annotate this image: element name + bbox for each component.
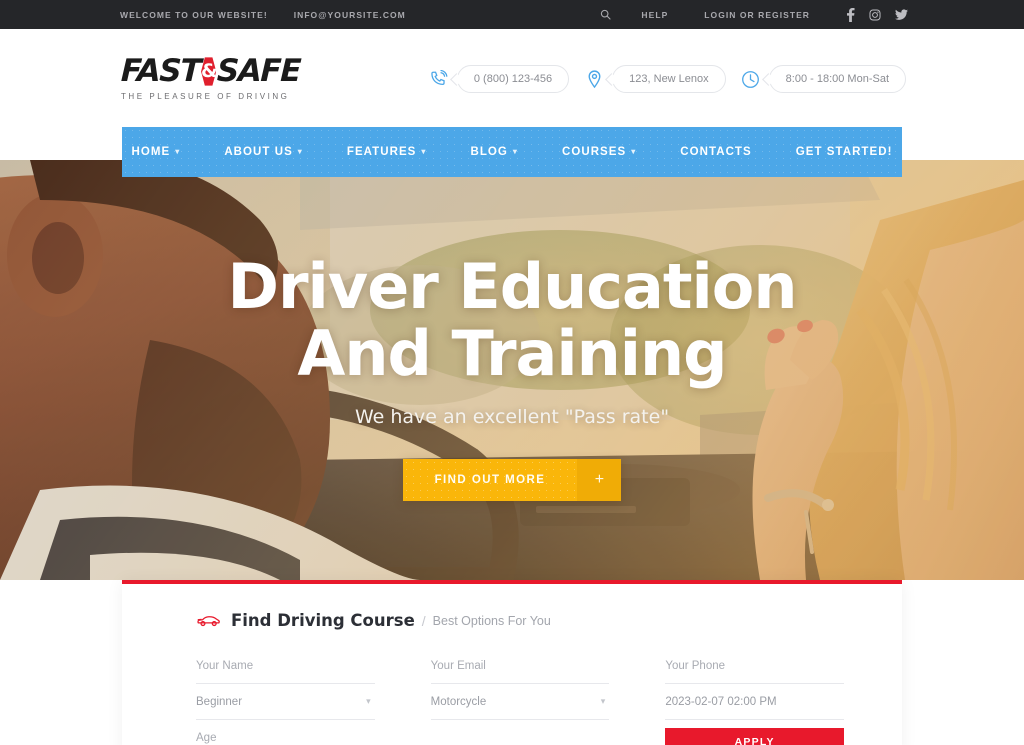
datetime-value: 2023-02-07 02:00 PM [665,695,777,708]
phone-icon [428,68,450,90]
hero-subtitle: We have an excellent "Pass rate" [354,405,670,428]
help-link[interactable]: Help [623,10,686,20]
login-register-link[interactable]: Login or Register [686,10,828,20]
social-links [846,7,908,22]
nav-label: Contacts [680,146,752,158]
logo-word-fast: FAST [120,53,201,89]
contact-address[interactable]: 123, New Lenox [583,65,726,93]
apply-button-label: Apply [734,736,775,745]
name-input[interactable]: Your Name [196,648,375,684]
logo-hexagon-icon: & [201,57,218,87]
nav-item-contacts[interactable]: Contacts [658,146,773,158]
contact-hours[interactable]: 8:00 - 18:00 Mon-Sat [740,65,906,93]
topbar-left-group: Welcome to our website! info@yoursite.co… [120,10,406,20]
experience-level-value: Beginner [196,695,243,708]
nav-item-features[interactable]: Features ▾ [325,146,449,158]
car-icon [196,614,221,627]
logo-word-safe: SAFE [216,53,301,89]
hero-title: Driver Education And Training [227,250,797,390]
phone-input[interactable]: Your Phone [665,648,844,684]
search-icon[interactable] [588,9,623,20]
nav-label: Blog [470,146,508,158]
phone-placeholder: Your Phone [665,659,726,672]
apply-button[interactable]: Apply [665,728,844,745]
nav-label: Courses [561,146,627,158]
age-input[interactable]: Age [196,720,375,745]
find-out-more-label: Find Out More [402,458,578,501]
nav-label: Get Started! [795,146,893,158]
logo-tagline: THE PLEASURE OF DRIVING [121,92,290,101]
form-header: Find Driving Course / Best Options For Y… [122,584,902,630]
topbar-right-group: Help Login or Register [588,7,908,22]
hero-title-line-1: Driver Education [227,250,797,323]
find-out-more-button[interactable]: Find Out More + [402,458,622,501]
datetime-input[interactable]: 2023-02-07 02:00 PM [665,684,844,720]
form-fields-grid: Your Name Your Email Your Phone Beginner… [196,648,844,745]
chevron-down-icon: ▾ [297,147,303,156]
chevron-down-icon: ▾ [366,696,371,706]
top-utility-bar: Welcome to our website! info@yoursite.co… [0,0,1024,29]
apply-button-cell: Apply [665,720,844,745]
nav-item-about-us[interactable]: About Us ▾ [202,146,325,158]
address-value: 123, New Lenox [612,65,726,93]
site-logo[interactable]: FAST & SAFE THE PLEASURE OF DRIVING [120,53,301,101]
email-placeholder: Your Email [430,659,486,672]
logo-ampersand: & [201,60,218,82]
facebook-icon[interactable] [846,7,855,22]
nav-item-get-started[interactable]: Get Started! [774,146,915,158]
location-pin-icon [583,68,605,90]
hours-value: 8:00 - 18:00 Mon-Sat [768,65,906,93]
age-placeholder: Age [196,731,217,744]
form-separator: / [421,612,426,629]
chevron-down-icon: ▾ [175,147,181,156]
experience-level-select[interactable]: Beginner ▾ [196,684,375,720]
nav-label: About Us [224,146,293,158]
email-link[interactable]: info@yoursite.com [294,10,406,20]
hero-banner: Driver Education And Training We have an… [0,160,1024,580]
chevron-down-icon: ▾ [600,696,606,706]
form-title: Find Driving Course [231,611,415,630]
vehicle-type-select[interactable]: Motorcycle ▾ [430,684,610,720]
header-contact-group: 0 (800) 123-456 123, New Lenox 8:00 - 18… [428,65,906,93]
hero-content: Driver Education And Training We have an… [0,160,1024,580]
phone-value: 0 (800) 123-456 [456,65,570,93]
twitter-icon[interactable] [895,8,908,21]
page-root: Welcome to our website! info@yoursite.co… [0,0,1024,745]
nav-item-courses[interactable]: Courses ▾ [540,146,658,158]
nav-item-blog[interactable]: Blog ▾ [448,146,540,158]
empty-cell [431,720,610,745]
welcome-text: Welcome to our website! [120,9,268,20]
nav-item-home[interactable]: Home ▾ [110,146,203,158]
form-subtitle: Best Options For You [432,613,551,628]
name-placeholder: Your Name [196,659,254,672]
chevron-down-icon: ▾ [421,147,427,156]
contact-phone[interactable]: 0 (800) 123-456 [428,65,570,93]
nav-label: Home [131,146,171,158]
hero-title-line-2: And Training [297,316,727,390]
instagram-icon[interactable] [869,8,881,21]
chevron-down-icon: ▾ [512,147,518,156]
find-course-form-card: Find Driving Course / Best Options For Y… [122,580,902,745]
chevron-down-icon: ▾ [631,147,637,156]
email-input[interactable]: Your Email [430,648,610,684]
logo-wordmark: FAST & SAFE [120,53,301,89]
main-navigation: Home ▾ About Us ▾ Features ▾ Blog ▾ Cour… [122,127,902,177]
nav-label: Features [346,146,417,158]
plus-icon[interactable]: + [577,458,622,501]
clock-icon [740,68,762,90]
site-header: FAST & SAFE THE PLEASURE OF DRIVING 0 (8… [0,29,1024,127]
vehicle-type-value: Motorcycle [430,695,487,708]
